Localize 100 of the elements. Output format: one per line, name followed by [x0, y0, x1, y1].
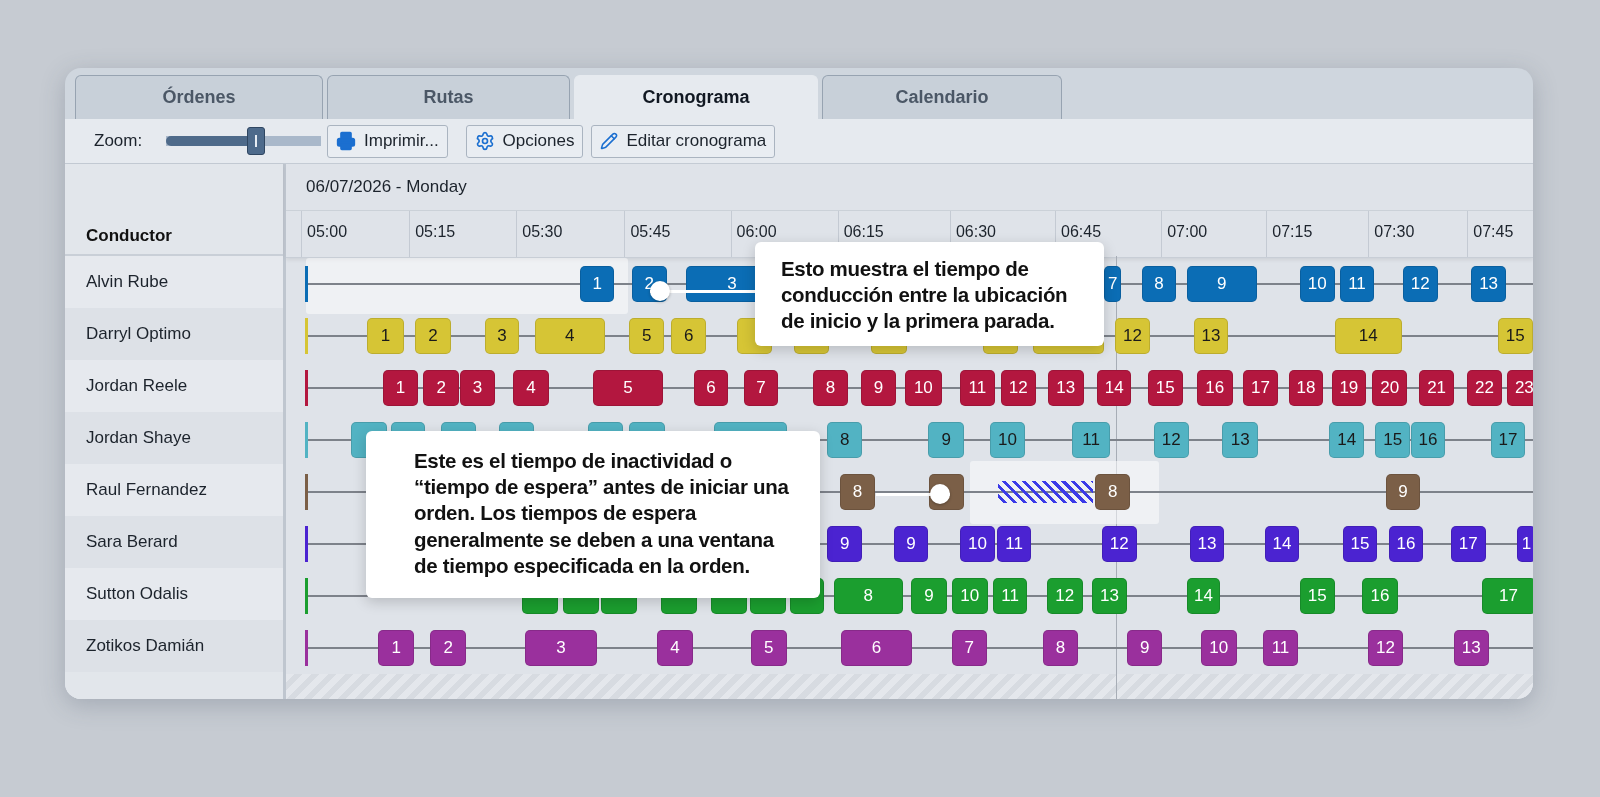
stop-block[interactable]: 11: [1263, 630, 1298, 666]
stop-block[interactable]: 3: [460, 370, 495, 406]
stop-block[interactable]: 17: [1490, 422, 1526, 458]
stop-block[interactable]: 11: [996, 526, 1032, 562]
stop-block[interactable]: 1: [382, 370, 419, 406]
stop-block[interactable]: 9: [827, 526, 863, 562]
stop-block[interactable]: 14: [1186, 578, 1221, 614]
stop-block[interactable]: 12: [1000, 370, 1036, 406]
stop-block[interactable]: 8: [1141, 266, 1177, 302]
stop-block[interactable]: 15: [1299, 578, 1335, 614]
stop-block[interactable]: 4: [534, 318, 605, 354]
stop-block[interactable]: 14: [1096, 370, 1132, 406]
driver-row[interactable]: Zotikos Damián: [65, 620, 283, 672]
stop-block[interactable]: 15: [1147, 370, 1183, 406]
stop-block[interactable]: 15: [1375, 422, 1411, 458]
stop-block[interactable]: 8: [1042, 630, 1079, 666]
stop-block[interactable]: 13: [1189, 526, 1225, 562]
stop-block[interactable]: 12: [1153, 422, 1189, 458]
stop-block[interactable]: 9: [861, 370, 896, 406]
stop-block[interactable]: 22: [1467, 370, 1502, 406]
stop-block[interactable]: 10: [951, 578, 988, 614]
stop-block[interactable]: 8: [833, 578, 903, 614]
stop-block[interactable]: 13: [1047, 370, 1084, 406]
driver-row[interactable]: Sutton Odalis: [65, 568, 283, 620]
stop-block[interactable]: 12: [1368, 630, 1403, 666]
driver-row[interactable]: Raul Fernandez: [65, 464, 283, 516]
stop-block[interactable]: 10: [1200, 630, 1237, 666]
stop-block[interactable]: 5: [629, 318, 665, 354]
toolbar-button[interactable]: Opciones: [465, 124, 584, 158]
stop-block[interactable]: 8: [827, 422, 863, 458]
driver-row[interactable]: Darryl Optimo: [65, 308, 283, 360]
stop-block[interactable]: 9: [1186, 266, 1257, 302]
stop-block[interactable]: 11: [960, 370, 995, 406]
stop-block[interactable]: 13: [1091, 578, 1128, 614]
stop-block[interactable]: 6: [671, 318, 706, 354]
toolbar-button[interactable]: Editar cronograma: [591, 124, 776, 158]
stop-block[interactable]: 10: [960, 526, 995, 562]
tab[interactable]: Rutas: [327, 75, 570, 119]
stop-block[interactable]: 2: [430, 630, 467, 666]
stop-block[interactable]: 16: [1196, 370, 1233, 406]
stop-block[interactable]: 6: [840, 630, 913, 666]
stop-block[interactable]: 11: [1339, 266, 1375, 302]
stop-block[interactable]: 17: [1450, 526, 1486, 562]
stop-block[interactable]: 11: [992, 578, 1028, 614]
stop-block[interactable]: 3: [484, 318, 520, 354]
stop-block[interactable]: 8: [1094, 474, 1131, 510]
tab[interactable]: Cronograma: [574, 75, 818, 119]
driver-row[interactable]: Sara Berard: [65, 516, 283, 568]
stop-block[interactable]: 10: [904, 370, 942, 406]
stop-block[interactable]: 2: [423, 370, 460, 406]
stop-block[interactable]: 12: [1101, 526, 1137, 562]
stop-block[interactable]: 8: [813, 370, 848, 406]
stop-block[interactable]: 9: [1127, 630, 1163, 666]
stop-block[interactable]: 10: [1299, 266, 1335, 302]
stop-block[interactable]: 13: [1193, 318, 1229, 354]
stop-block[interactable]: 9: [1385, 474, 1421, 510]
stop-block[interactable]: 12: [1115, 318, 1150, 354]
stop-block[interactable]: 11: [1072, 422, 1111, 458]
stop-block[interactable]: 21: [1419, 370, 1454, 406]
stop-block[interactable]: 9: [893, 526, 929, 562]
stop-block[interactable]: 14: [1265, 526, 1299, 562]
stop-block[interactable]: 17: [1481, 578, 1533, 614]
toolbar-button[interactable]: Imprimir...: [327, 124, 448, 158]
stop-block[interactable]: 9: [928, 422, 965, 458]
tab[interactable]: Órdenes: [75, 75, 323, 119]
stop-block[interactable]: 16: [1388, 526, 1424, 562]
stop-block[interactable]: 18: [1288, 370, 1324, 406]
stop-block[interactable]: 13: [1222, 422, 1258, 458]
stop-block[interactable]: 12: [1046, 578, 1083, 614]
stop-block[interactable]: 16: [1411, 422, 1445, 458]
tab[interactable]: Calendario: [822, 75, 1062, 119]
stop-block[interactable]: 8: [839, 474, 876, 510]
stop-block[interactable]: 7: [743, 370, 779, 406]
stop-block[interactable]: 7: [951, 630, 987, 666]
stop-block[interactable]: 2: [415, 318, 451, 354]
stop-block[interactable]: 3: [525, 630, 597, 666]
stop-block[interactable]: 19: [1331, 370, 1367, 406]
stop-block[interactable]: 13: [1453, 630, 1489, 666]
stop-block[interactable]: 15: [1342, 526, 1378, 562]
stop-block[interactable]: 6: [693, 370, 729, 406]
stop-block[interactable]: 4: [657, 630, 693, 666]
stop-block[interactable]: 14: [1329, 422, 1365, 458]
stop-block[interactable]: 17: [1242, 370, 1279, 406]
stop-block[interactable]: 9: [911, 578, 947, 614]
driver-row[interactable]: Jordan Reele: [65, 360, 283, 412]
stop-block[interactable]: 16: [1362, 578, 1398, 614]
stop-block[interactable]: 5: [592, 370, 664, 406]
stop-block[interactable]: 1: [378, 630, 415, 666]
stop-block[interactable]: 1: [1517, 526, 1533, 562]
stop-block[interactable]: 5: [750, 630, 787, 666]
stop-block[interactable]: 1: [580, 266, 615, 302]
stop-block[interactable]: 23: [1507, 370, 1533, 406]
stop-block[interactable]: 1: [367, 318, 404, 354]
stop-block[interactable]: 15: [1497, 318, 1533, 354]
stop-block[interactable]: 4: [513, 370, 549, 406]
driver-row[interactable]: Alvin Rube: [65, 256, 283, 308]
stop-block[interactable]: 20: [1372, 370, 1407, 406]
stop-block[interactable]: 12: [1402, 266, 1438, 302]
driver-row[interactable]: Jordan Shaye: [65, 412, 283, 464]
stop-block[interactable]: 14: [1334, 318, 1402, 354]
